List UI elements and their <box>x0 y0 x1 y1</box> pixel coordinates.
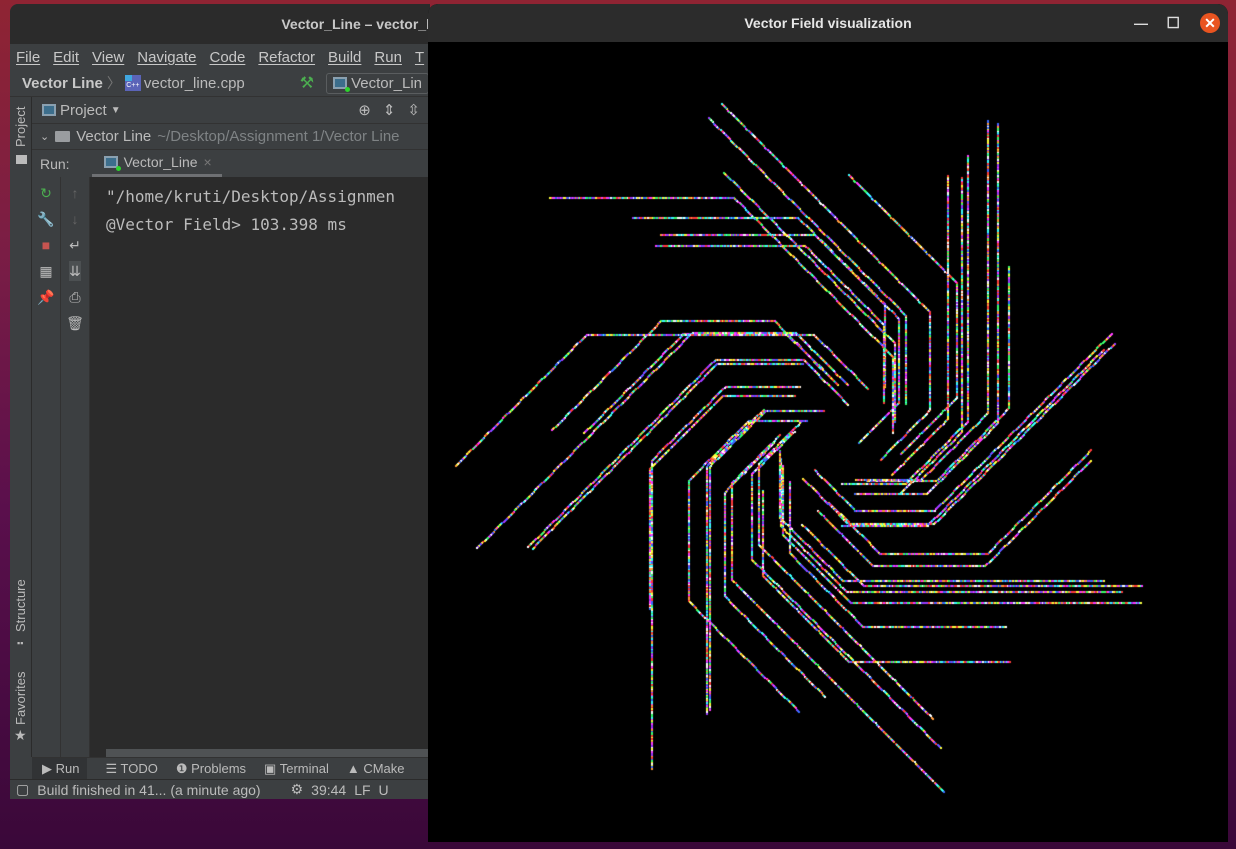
tab-label: TODO <box>120 760 158 776</box>
horizontal-scrollbar[interactable] <box>106 749 430 757</box>
run-tabs: Run: Vector_Line × <box>32 150 430 177</box>
project-tree-root[interactable]: ⌄ Vector Line ~/Desktop/Assignment 1/Vec… <box>32 124 430 150</box>
menu-tools[interactable]: T <box>415 49 424 66</box>
tab-todo[interactable]: ☰ TODO <box>105 761 157 777</box>
console-output[interactable]: "/home/kruti/Desktop/Assignmen @Vector F… <box>90 177 430 757</box>
rerun-icon[interactable]: ↻ <box>40 183 52 203</box>
app-window-icon <box>333 77 351 92</box>
vector-field-canvas <box>428 42 1228 842</box>
cpp-file-icon: C++ <box>124 75 141 91</box>
visualization-window: Vector Field visualization — ☐ ✕ <box>428 4 1228 842</box>
tab-cmake[interactable]: ▲ CMake <box>347 761 405 776</box>
cursor-position[interactable]: 39:44 <box>311 782 346 798</box>
chevron-down-icon[interactable]: ⌄ <box>40 130 49 143</box>
tab-run[interactable]: ▶ Run <box>32 757 88 780</box>
project-tool-button[interactable]: Project <box>13 107 28 147</box>
tab-label: CMake <box>363 761 405 776</box>
root-name: Vector Line <box>76 128 152 145</box>
line-ending[interactable]: LF <box>354 782 370 798</box>
print-icon[interactable]: ⎙ <box>69 287 80 307</box>
app-window-icon <box>103 156 121 171</box>
run-toolbar: ↻ 🔧 ■ ▦ 📌 <box>32 177 61 757</box>
menu-view[interactable]: View <box>92 49 124 66</box>
project-icon <box>42 104 56 116</box>
viz-title: Vector Field visualization <box>744 15 912 31</box>
project-view-select[interactable]: Project <box>60 102 107 119</box>
tab-label: Terminal <box>279 760 329 776</box>
status-message[interactable]: Build finished in 41... (a minute ago) <box>37 782 260 798</box>
structure-icon: ▪▪ <box>17 638 24 648</box>
left-tool-strip: Project Structure ▪▪ Favorites ★ <box>10 97 32 757</box>
tab-label: Vector_Line <box>123 154 198 170</box>
root-path: ~/Desktop/Assignment 1/Vector Line <box>157 128 400 145</box>
breadcrumb-file[interactable]: vector_line.cpp <box>144 75 245 92</box>
menu-bar: File Edit View Navigate Code Refactor Bu… <box>10 44 430 70</box>
close-icon[interactable]: × <box>204 154 212 170</box>
console-line: @Vector Field> 103.398 ms <box>106 215 347 234</box>
breadcrumb-project[interactable]: Vector Line <box>22 75 103 92</box>
arrow-up-icon[interactable]: ↑ <box>72 183 79 203</box>
build-hammer-icon[interactable]: ⚒ <box>300 73 314 93</box>
run-config-select[interactable]: Vector_Lin <box>326 72 429 94</box>
run-config-label: Vector_Lin <box>351 74 422 92</box>
play-icon: ▶ <box>42 760 52 776</box>
ide-window: Vector_Line – vector_l File Edit View Na… <box>10 4 430 799</box>
scroll-to-end-icon[interactable]: ⇊ <box>69 261 81 281</box>
menu-navigate[interactable]: Navigate <box>137 49 196 66</box>
console-toolbar: ↑ ↓ ↵ ⇊ ⎙ 🗑 <box>61 177 90 757</box>
menu-file[interactable]: File <box>16 49 40 66</box>
tab-terminal[interactable]: ▣ Terminal <box>264 761 329 777</box>
navigation-bar: Vector Line 〉 C++ vector_line.cpp ⚒ Vect… <box>10 70 430 97</box>
chevron-right-icon: 〉 <box>106 75 121 91</box>
menu-edit[interactable]: Edit <box>53 49 79 66</box>
stop-icon[interactable]: ■ <box>42 235 50 255</box>
ide-title: Vector_Line – vector_l <box>281 16 430 32</box>
trash-icon[interactable]: 🗑 <box>66 313 84 333</box>
menu-refactor[interactable]: Refactor <box>258 49 315 66</box>
structure-tool-button[interactable]: Structure <box>13 579 28 632</box>
project-panel-header: Project ▼ ⊕ ⇕ ⇳ <box>32 97 430 124</box>
soft-wrap-icon[interactable]: ↵ <box>69 235 81 255</box>
folder-icon <box>55 131 71 142</box>
bottom-tool-tabs: ▶ Run ☰ TODO ❶ Problems ▣ Terminal ▲ CMa… <box>32 757 430 780</box>
favorites-tool-button[interactable]: Favorites <box>13 672 28 725</box>
locate-icon[interactable]: ⊕ <box>358 101 371 119</box>
pin-icon[interactable]: 📌 <box>37 287 54 307</box>
console-line: "/home/kruti/Desktop/Assignmen <box>106 187 395 206</box>
status-bar: ▢ Build finished in 41... (a minute ago)… <box>10 779 430 799</box>
run-console: ↻ 🔧 ■ ▦ 📌 ↑ ↓ ↵ ⇊ ⎙ 🗑 "/home/kruti/Deskt… <box>32 177 430 757</box>
ide-title-bar: Vector_Line – vector_l <box>10 4 430 44</box>
arrow-down-icon[interactable]: ↓ <box>72 209 79 229</box>
menu-build[interactable]: Build <box>328 49 361 66</box>
tab-label: Problems <box>191 760 247 776</box>
star-icon: ★ <box>14 727 27 743</box>
maximize-icon[interactable]: ☐ <box>1167 4 1180 42</box>
menu-run[interactable]: Run <box>374 49 402 66</box>
caret-down-icon[interactable]: ▼ <box>111 105 121 116</box>
settings-icon[interactable]: ⚙ <box>291 781 304 798</box>
tab-problems[interactable]: ❶ Problems <box>176 761 246 777</box>
close-button[interactable]: ✕ <box>1200 4 1220 42</box>
viz-title-bar: Vector Field visualization — ☐ ✕ <box>428 4 1228 42</box>
minimize-icon[interactable]: — <box>1134 4 1148 42</box>
panel-toggle-icon[interactable]: ▢ <box>16 781 29 798</box>
wrench-icon[interactable]: 🔧 <box>37 209 54 229</box>
tab-vector-line[interactable]: Vector_Line × <box>91 150 222 177</box>
encoding[interactable]: U <box>379 782 389 798</box>
collapse-all-icon[interactable]: ⇳ <box>407 101 420 119</box>
main-panel: Project ▼ ⊕ ⇕ ⇳ ⌄ Vector Line ~/Desktop/As… <box>32 97 430 757</box>
folder-icon <box>16 155 27 164</box>
tab-label: Run <box>55 760 80 776</box>
layout-icon[interactable]: ▦ <box>39 261 52 281</box>
menu-code[interactable]: Code <box>209 49 245 66</box>
run-label: Run: <box>40 155 70 172</box>
close-icon: ✕ <box>1200 13 1220 33</box>
expand-all-icon[interactable]: ⇕ <box>383 101 396 119</box>
